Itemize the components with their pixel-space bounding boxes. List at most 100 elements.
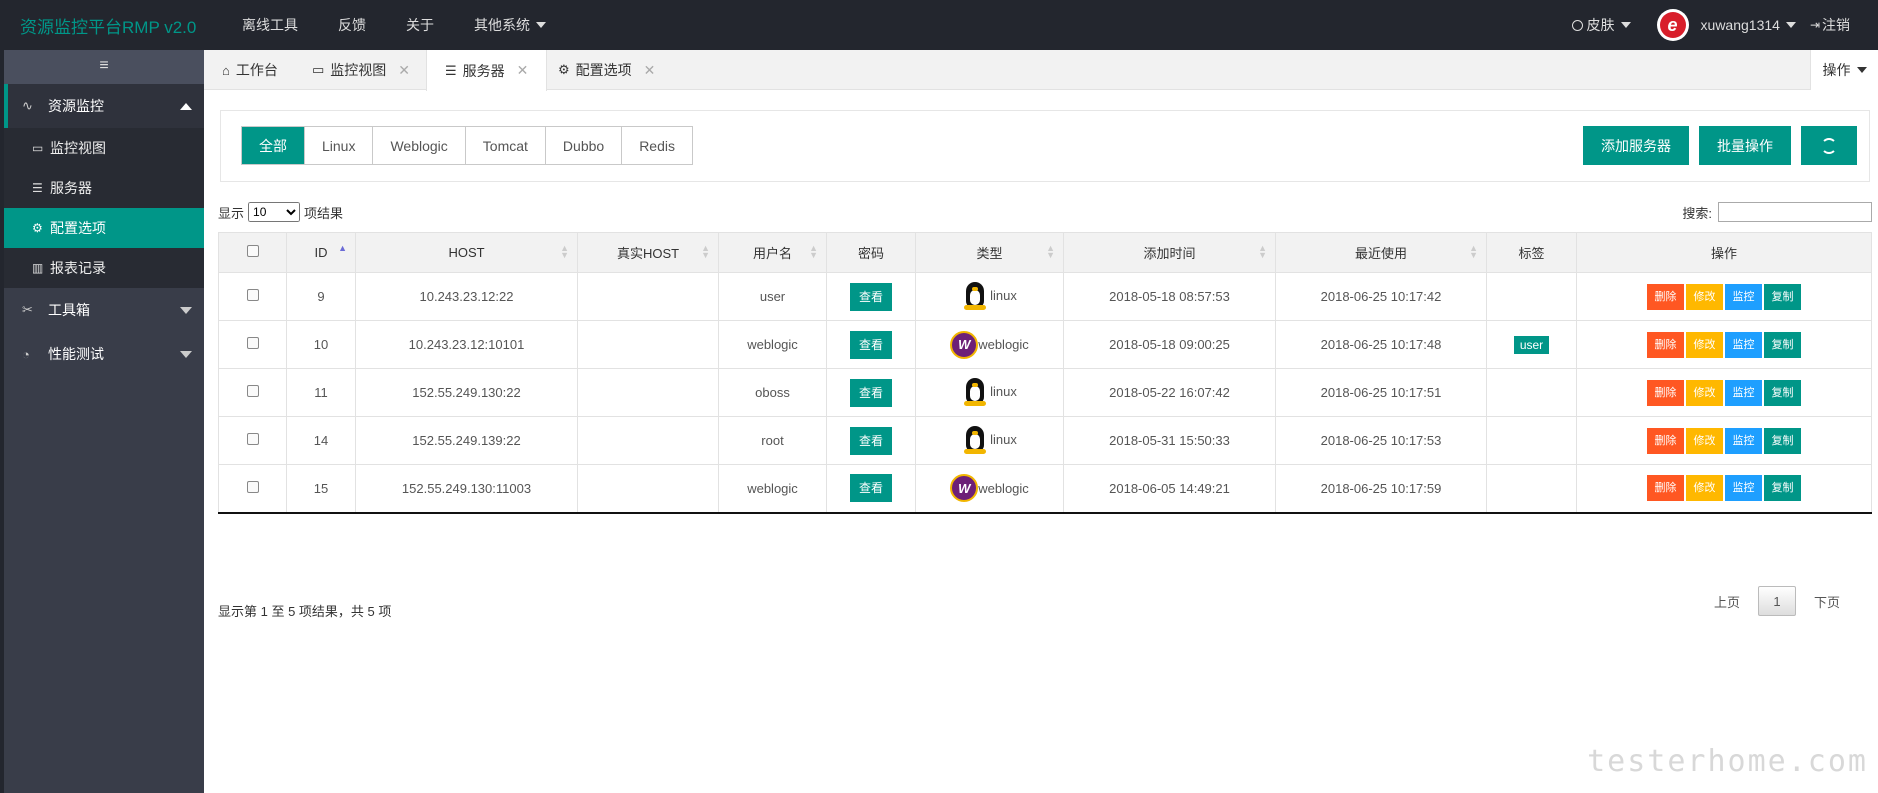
close-icon[interactable]: ✕ (398, 62, 410, 79)
column-header-real-host[interactable]: 真实HOST ▲ ▼ (577, 232, 719, 273)
sidebar-toggle[interactable]: ≡ (4, 50, 204, 84)
column-header-host[interactable]: HOST ▲ ▼ (355, 232, 578, 273)
copy-button[interactable]: 复制 (1764, 283, 1801, 310)
watermark: testerhome.com (1587, 744, 1868, 779)
sidebar-item-monitor-view[interactable]: ▭ 监控视图 (4, 128, 204, 168)
tab-workbench[interactable]: ⌂ 工作台 (204, 50, 296, 90)
filter-tomcat-button[interactable]: Tomcat (466, 127, 546, 164)
cell-username: oboss (718, 368, 827, 417)
delete-button[interactable]: 删除 (1647, 427, 1684, 454)
cell-host: 10.243.23.12:22 (355, 272, 578, 321)
nav-other-systems-dropdown[interactable]: 其他系统 (474, 15, 546, 35)
avatar[interactable]: e (1656, 9, 1689, 41)
monitor-button[interactable]: 监控 (1725, 379, 1762, 406)
tab-servers[interactable]: ☰ 服务器 ✕ (426, 50, 548, 91)
filter-weblogic-button[interactable]: Weblogic (373, 127, 466, 164)
type-badge: Wweblogic (950, 474, 1029, 503)
edit-button[interactable]: 修改 (1686, 427, 1723, 454)
search-control: 搜索: (1682, 202, 1872, 222)
bar-chart-icon: ▥ (32, 261, 44, 275)
delete-button[interactable]: 删除 (1647, 475, 1684, 502)
tab-operations-dropdown[interactable]: 操作 (1810, 50, 1878, 90)
row-select-cell (218, 320, 287, 369)
page-length-select[interactable]: 10 (248, 202, 301, 222)
edit-button[interactable]: 修改 (1686, 283, 1723, 310)
row-checkbox[interactable] (246, 337, 259, 349)
view-password-button[interactable]: 查看 (849, 378, 892, 407)
close-icon[interactable]: ✕ (517, 62, 529, 79)
table-row: 10 10.243.23.12:10101 weblogic 查看 Wweblogic 2… (218, 320, 1872, 369)
edit-button[interactable]: 修改 (1686, 379, 1723, 406)
logout-link[interactable]: ⇥ 注销 (1810, 15, 1850, 35)
filter-linux-button[interactable]: Linux (305, 127, 374, 164)
app-title[interactable]: 资源监控平台RMP v2.0 (20, 13, 196, 38)
nav-about[interactable]: 关于 (406, 15, 434, 35)
select-all-checkbox[interactable] (246, 245, 259, 257)
copy-button[interactable]: 复制 (1764, 379, 1801, 406)
edit-button[interactable]: 修改 (1686, 331, 1723, 358)
next-page-button[interactable]: 下页 (1802, 592, 1852, 611)
cell-password: 查看 (826, 272, 916, 321)
close-icon[interactable]: ✕ (644, 62, 656, 79)
sidebar-item-config[interactable]: ⚙ 配置选项 (4, 208, 204, 248)
sidebar-item-reports[interactable]: ▥ 报表记录 (4, 248, 204, 288)
delete-button[interactable]: 删除 (1647, 379, 1684, 406)
page-button-current[interactable]: 1 (1757, 586, 1796, 616)
row-checkbox[interactable] (246, 433, 259, 445)
type-label: linux (990, 383, 1017, 399)
copy-button[interactable]: 复制 (1764, 475, 1801, 502)
copy-button[interactable]: 复制 (1764, 427, 1801, 454)
cell-id: 14 (286, 416, 356, 465)
sort-icon: ▲ ▼ (560, 243, 569, 260)
row-select-cell (218, 464, 287, 514)
pulse-icon: ∿ (22, 98, 33, 113)
view-password-button[interactable]: 查看 (849, 330, 892, 359)
filter-dubbo-button[interactable]: Dubbo (546, 127, 623, 164)
row-checkbox[interactable] (246, 385, 259, 397)
cell-last-used: 2018-06-25 10:17:48 (1275, 320, 1487, 369)
view-password-button[interactable]: 查看 (849, 426, 892, 455)
monitor-button[interactable]: 监控 (1725, 331, 1762, 358)
sort-icon: ▲ ▼ (1469, 243, 1478, 260)
server-icon: ☰ (32, 181, 43, 195)
column-header-username[interactable]: 用户名 ▲ ▼ (718, 232, 827, 273)
monitor-button[interactable]: 监控 (1725, 427, 1762, 454)
tab-monitor-view[interactable]: ▭ 监控视图 ✕ (294, 50, 428, 90)
search-label: 搜索: (1682, 205, 1712, 221)
column-header-id[interactable]: ID ▲ (286, 232, 356, 273)
skin-dropdown[interactable]: 皮肤 (1571, 15, 1631, 35)
user-dropdown[interactable]: xuwang1314 (1701, 17, 1796, 33)
sidebar-group-toolbox[interactable]: ✂ 工具箱 (4, 288, 204, 332)
batch-operation-button[interactable]: 批量操作 (1699, 126, 1791, 165)
sidebar-group-resource-monitor[interactable]: ∿ 资源监控 (4, 84, 204, 128)
logout-label: 注销 (1822, 17, 1850, 33)
top-nav: 离线工具 反馈 关于 其他系统 (242, 15, 586, 35)
type-badge: Wweblogic (950, 330, 1029, 359)
page-length-control: 显示 10 项结果 (218, 202, 343, 222)
add-server-button[interactable]: 添加服务器 (1583, 126, 1689, 165)
delete-button[interactable]: 删除 (1647, 331, 1684, 358)
tab-config[interactable]: ⚙ 配置选项 ✕ (540, 50, 673, 90)
column-header-added-time[interactable]: 添加时间 ▲ ▼ (1063, 232, 1276, 273)
column-header-last-used[interactable]: 最近使用 ▲ ▼ (1275, 232, 1487, 273)
row-checkbox[interactable] (246, 289, 259, 301)
delete-button[interactable]: 删除 (1647, 283, 1684, 310)
copy-button[interactable]: 复制 (1764, 331, 1801, 358)
view-password-button[interactable]: 查看 (849, 282, 892, 311)
edit-button[interactable]: 修改 (1686, 475, 1723, 502)
refresh-button[interactable] (1801, 126, 1857, 165)
monitor-button[interactable]: 监控 (1725, 283, 1762, 310)
monitor-button[interactable]: 监控 (1725, 475, 1762, 502)
nav-offline-tools[interactable]: 离线工具 (242, 15, 298, 35)
row-checkbox[interactable] (246, 480, 259, 493)
search-input[interactable] (1718, 202, 1872, 222)
view-password-button[interactable]: 查看 (849, 474, 892, 503)
filter-redis-button[interactable]: Redis (622, 127, 692, 164)
sidebar-group-perf-test[interactable]: ◔ 性能测试 (4, 332, 204, 376)
filter-all-button[interactable]: 全部 (242, 127, 305, 164)
prev-page-button[interactable]: 上页 (1702, 592, 1752, 611)
sidebar-item-servers[interactable]: ☰ 服务器 (4, 168, 204, 208)
nav-feedback[interactable]: 反馈 (338, 15, 366, 35)
column-header-type[interactable]: 类型 ▲ ▼ (915, 232, 1064, 273)
tools-icon: ✂ (22, 302, 33, 317)
